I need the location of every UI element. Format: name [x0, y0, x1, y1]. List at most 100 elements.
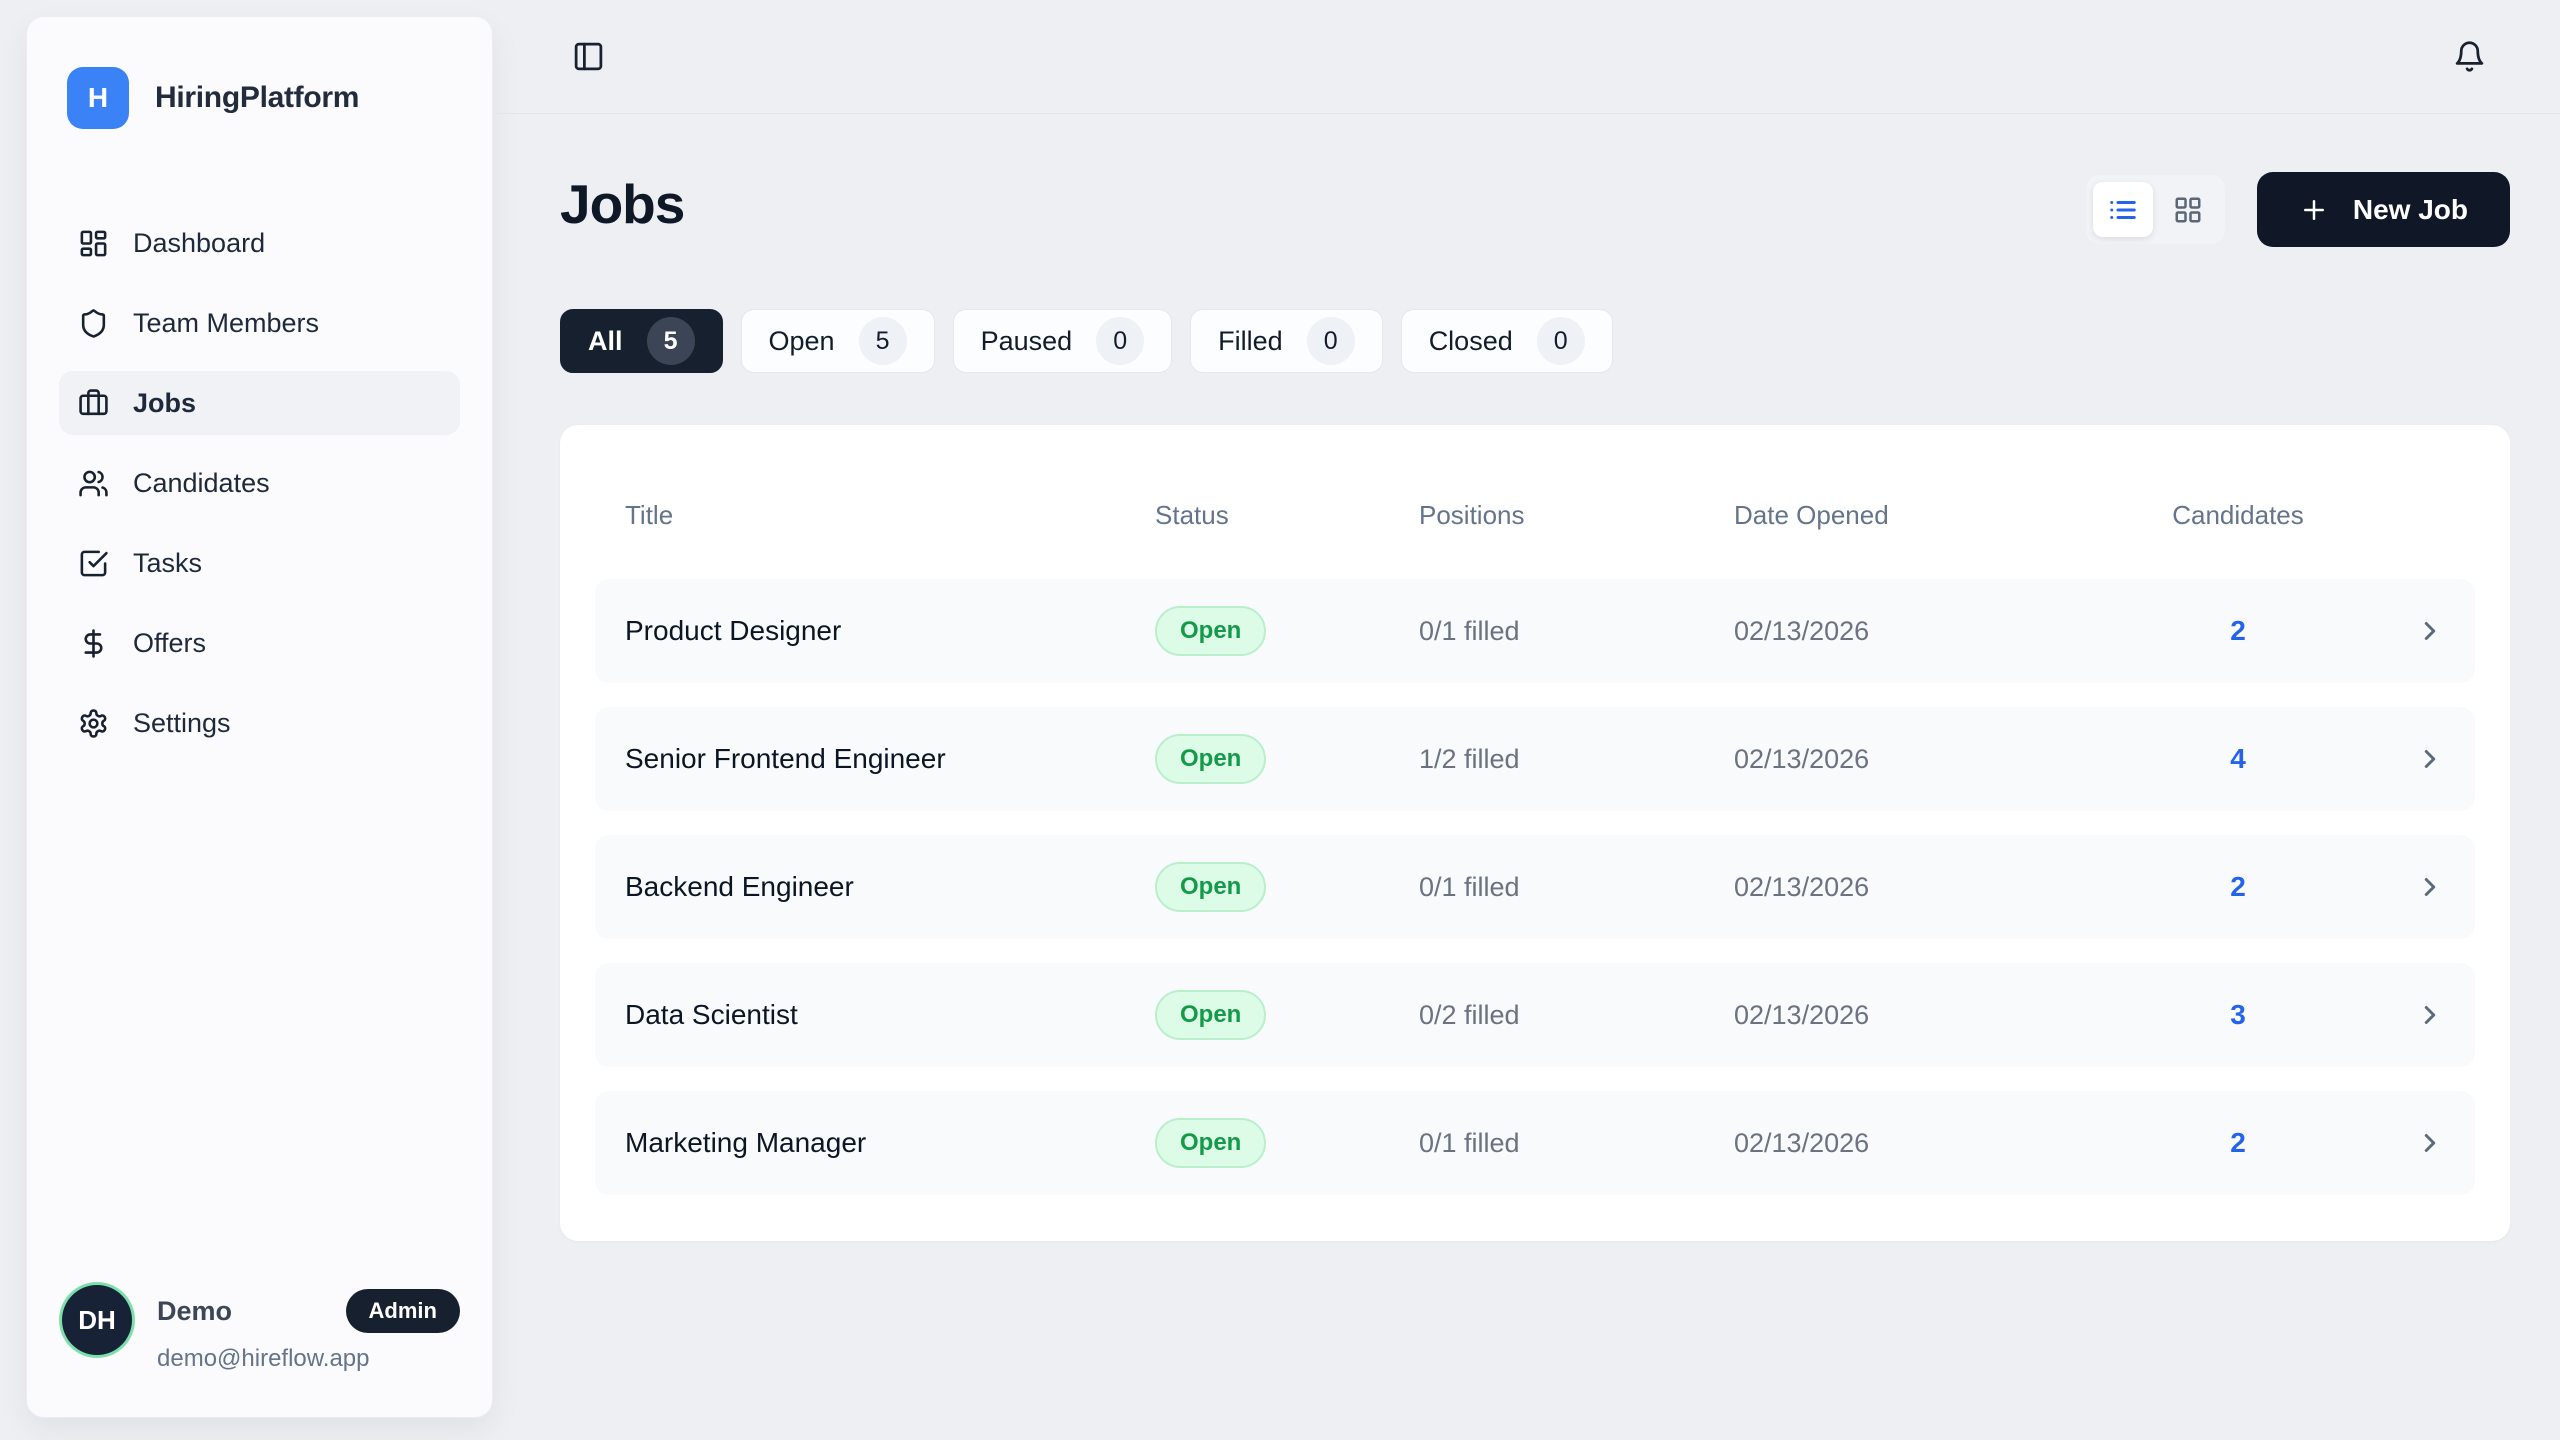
sidebar-item-team-members[interactable]: Team Members: [59, 291, 460, 355]
table-row[interactable]: Product Designer Open 0/1 filled 02/13/2…: [595, 579, 2475, 683]
job-positions: 0/1 filled: [1419, 616, 1734, 647]
column-header-positions: Positions: [1419, 500, 1734, 531]
job-positions: 0/1 filled: [1419, 872, 1734, 903]
sidebar-item-label: Candidates: [133, 468, 270, 499]
filter-tab-count: 0: [1537, 317, 1585, 365]
briefcase-icon: [78, 388, 109, 419]
sidebar-user[interactable]: DH Demo Admin demo@hireflow.app: [59, 1285, 460, 1373]
filter-tab[interactable]: All 5: [560, 309, 723, 373]
avatar: DH: [62, 1285, 132, 1355]
sidebar: H HiringPlatform Dashboard Team Members …: [26, 16, 493, 1418]
sidebar-item-label: Dashboard: [133, 228, 265, 259]
job-positions: 1/2 filled: [1419, 744, 1734, 775]
view-toggle: [2086, 175, 2225, 244]
job-candidates-count[interactable]: 2: [2133, 871, 2343, 903]
row-chevron[interactable]: [2415, 872, 2445, 902]
sidebar-item-label: Offers: [133, 628, 206, 659]
chevron-right-icon: [2415, 744, 2445, 774]
page-head: Jobs New Job: [560, 172, 2510, 247]
sidebar-item-settings[interactable]: Settings: [59, 691, 460, 755]
list-view-button[interactable]: [2093, 182, 2153, 237]
filter-tab-count: 0: [1096, 317, 1144, 365]
table-row[interactable]: Data Scientist Open 0/2 filled 02/13/202…: [595, 963, 2475, 1067]
list-view-icon: [2108, 195, 2138, 225]
column-header-date-opened: Date Opened: [1734, 500, 2133, 531]
user-info: Demo Admin demo@hireflow.app: [157, 1285, 460, 1373]
sidebar-item-label: Tasks: [133, 548, 202, 579]
sidebar-item-label: Team Members: [133, 308, 319, 339]
notifications-button[interactable]: [2453, 40, 2486, 73]
filter-tab-count: 0: [1307, 317, 1355, 365]
plus-icon: [2299, 195, 2329, 225]
job-positions: 0/1 filled: [1419, 1128, 1734, 1159]
topbar: [494, 0, 2560, 114]
chevron-right-icon: [2415, 1128, 2445, 1158]
column-header-title: Title: [625, 500, 1155, 531]
page-title: Jobs: [560, 172, 684, 236]
head-actions: New Job: [2086, 172, 2510, 247]
dashboard-icon: [78, 228, 109, 259]
new-job-button[interactable]: New Job: [2257, 172, 2510, 247]
table-row[interactable]: Marketing Manager Open 0/1 filled 02/13/…: [595, 1091, 2475, 1195]
jobs-table-body: Product Designer Open 0/1 filled 02/13/2…: [595, 579, 2475, 1195]
sidebar-item-label: Settings: [133, 708, 231, 739]
new-job-label: New Job: [2353, 194, 2468, 226]
table-row[interactable]: Backend Engineer Open 0/1 filled 02/13/2…: [595, 835, 2475, 939]
job-date-opened: 02/13/2026: [1734, 1000, 2133, 1031]
job-title: Senior Frontend Engineer: [625, 743, 1155, 775]
row-chevron[interactable]: [2415, 744, 2445, 774]
tasks-icon: [78, 548, 109, 579]
sidebar-nav: Dashboard Team Members Jobs Candidates T…: [59, 211, 460, 755]
filter-tab-count: 5: [647, 317, 695, 365]
filter-tab-count: 5: [859, 317, 907, 365]
shield-icon: [78, 308, 109, 339]
job-candidates-count[interactable]: 2: [2133, 615, 2343, 647]
brand-logo-letter: H: [88, 82, 108, 114]
sidebar-toggle-button[interactable]: [572, 40, 605, 73]
row-chevron[interactable]: [2415, 1128, 2445, 1158]
brand-logo: H: [67, 67, 129, 129]
user-name: Demo: [157, 1296, 232, 1327]
jobs-table-card: Title Status Positions Date Opened Candi…: [560, 425, 2510, 1241]
filter-tab[interactable]: Open 5: [741, 309, 935, 373]
sidebar-item-jobs[interactable]: Jobs: [59, 371, 460, 435]
filter-tab-label: Open: [769, 326, 835, 357]
brand-name: HiringPlatform: [155, 81, 359, 115]
column-header-candidates: Candidates: [2133, 500, 2343, 531]
panel-left-icon: [572, 40, 605, 73]
user-email: demo@hireflow.app: [157, 1345, 460, 1373]
row-chevron[interactable]: [2415, 1000, 2445, 1030]
row-chevron[interactable]: [2415, 616, 2445, 646]
job-title: Product Designer: [625, 615, 1155, 647]
filter-tab-label: Paused: [981, 326, 1073, 357]
table-row[interactable]: Senior Frontend Engineer Open 1/2 filled…: [595, 707, 2475, 811]
job-positions: 0/2 filled: [1419, 1000, 1734, 1031]
filter-tab[interactable]: Filled 0: [1190, 309, 1383, 373]
status-badge: Open: [1155, 1118, 1266, 1168]
filter-tab[interactable]: Closed 0: [1401, 309, 1613, 373]
status-badge: Open: [1155, 862, 1266, 912]
job-date-opened: 02/13/2026: [1734, 1128, 2133, 1159]
bell-icon: [2453, 40, 2486, 73]
job-date-opened: 02/13/2026: [1734, 744, 2133, 775]
sidebar-item-offers[interactable]: Offers: [59, 611, 460, 675]
status-badge: Open: [1155, 734, 1266, 784]
main-area: Jobs New Job All: [494, 0, 2560, 1440]
sidebar-item-tasks[interactable]: Tasks: [59, 531, 460, 595]
chevron-right-icon: [2415, 616, 2445, 646]
job-candidates-count[interactable]: 3: [2133, 999, 2343, 1031]
grid-view-button[interactable]: [2158, 182, 2218, 237]
sidebar-item-candidates[interactable]: Candidates: [59, 451, 460, 515]
sidebar-item-dashboard[interactable]: Dashboard: [59, 211, 460, 275]
filter-tab-label: All: [588, 326, 623, 357]
filter-tab-label: Filled: [1218, 326, 1283, 357]
avatar-initials: DH: [78, 1305, 116, 1336]
job-candidates-count[interactable]: 4: [2133, 743, 2343, 775]
job-date-opened: 02/13/2026: [1734, 872, 2133, 903]
filter-tab[interactable]: Paused 0: [953, 309, 1173, 373]
job-title: Marketing Manager: [625, 1127, 1155, 1159]
brand: H HiringPlatform: [59, 67, 460, 129]
job-candidates-count[interactable]: 2: [2133, 1127, 2343, 1159]
role-badge: Admin: [346, 1289, 460, 1333]
job-title: Backend Engineer: [625, 871, 1155, 903]
